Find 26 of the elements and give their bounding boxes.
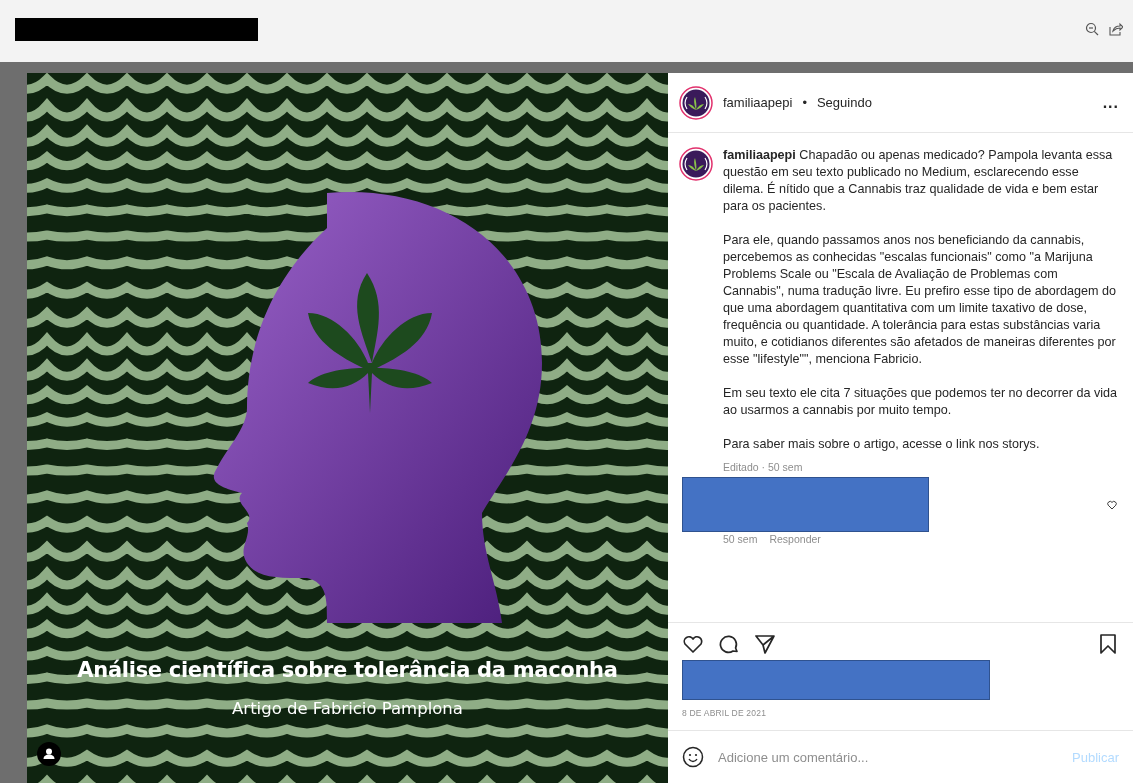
caption-paragraph: Para saber mais sobre o artigo, acesse o link nos storys. (723, 436, 1041, 453)
comment-input[interactable]: Adicione um comentário... (716, 748, 1061, 766)
user-tag-icon[interactable] (37, 742, 61, 766)
profile-avatar[interactable] (679, 147, 713, 181)
image-subtitle: Artigo de Fabricio Pamplona (232, 699, 463, 718)
username-link[interactable]: familiaapepi (723, 148, 796, 162)
send-icon[interactable] (754, 633, 776, 655)
heart-icon[interactable] (682, 633, 704, 655)
heart-icon[interactable] (1107, 499, 1117, 510)
caption-paragraph: Para ele, quando passamos anos nos beneficiando da cannabis, percebemos as conhecidas "escalas funcionais" como "a Marijuna Problems Scale ou "Escala de Avaliação de Problemas com Cannabis", numa tradução livre. Eu prefiro esse tipo de abordagem do que uma abordagem quantitativa com um limite taxativo de dose, frequência ou quantidade. A tolerância para estas substâncias varia muito, e cotidianos diferentes são afetados de maneiras diferentes por esse "lifestyle"", menciona Fabricio. (723, 232, 1117, 368)
username-link[interactable]: familiaapepi (723, 95, 793, 110)
zoom-out-icon[interactable] (1085, 22, 1099, 36)
bookmark-icon[interactable] (1097, 633, 1119, 655)
post-date: 8 DE ABRIL DE 2021 (682, 708, 768, 718)
more-options-button[interactable]: ... (1102, 93, 1119, 112)
edited-timestamp: Editado · 50 sem (723, 461, 804, 473)
comment-time: 50 sem (723, 533, 758, 545)
separator-dot: • (802, 95, 807, 110)
following-status[interactable]: Seguindo (816, 95, 872, 110)
emoji-icon[interactable] (682, 746, 704, 768)
reply-button[interactable]: Responder (769, 533, 821, 545)
caption-paragraph: Em seu texto ele cita 7 situações que podemos ter no decorrer da vida ao usarmos a cannabis por muito tempo. (723, 385, 1119, 419)
comment-icon[interactable] (718, 633, 740, 655)
profile-avatar[interactable] (679, 85, 713, 120)
share-icon[interactable] (1109, 22, 1123, 36)
caption-paragraph: familiaapepi Chapadão ou apenas medicado? Pampola levanta essa questão em seu texto publicado no Medium, esclarecendo esse dilema. É nítido que a Cannabis traz qualidade de vida e bem estar para os pacientes. (723, 147, 1114, 215)
